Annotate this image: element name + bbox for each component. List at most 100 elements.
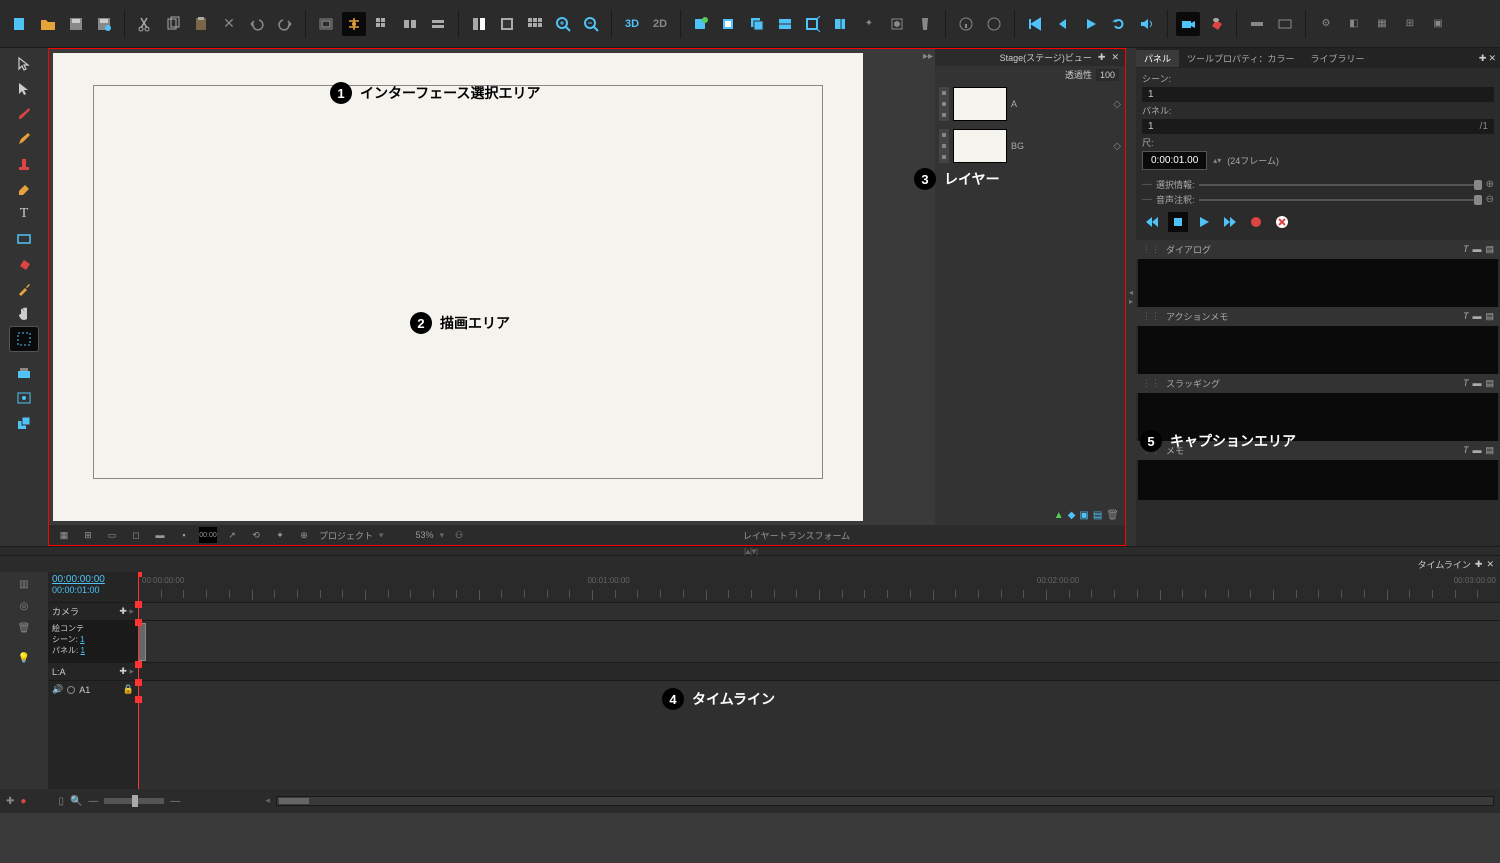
view-option-2-icon[interactable] bbox=[426, 12, 450, 36]
text-style-icon[interactable]: T bbox=[1463, 311, 1469, 322]
light-table-icon[interactable] bbox=[342, 12, 366, 36]
text-style-icon[interactable]: T bbox=[1463, 378, 1469, 389]
layer-tool-2-icon[interactable] bbox=[10, 386, 38, 410]
tab-library[interactable]: ライブラリー bbox=[1302, 50, 1372, 67]
storyboard-track[interactable] bbox=[138, 621, 1500, 662]
expand-right-icon[interactable]: ▸▸ bbox=[923, 51, 933, 62]
misc-1-icon[interactable]: ⚙ bbox=[1314, 12, 1338, 36]
paste-icon[interactable] bbox=[189, 12, 213, 36]
drag-handle-icon[interactable]: ⋮⋮ bbox=[1142, 311, 1160, 322]
voice-slider[interactable] bbox=[1199, 199, 1482, 201]
dropper-tool-icon[interactable] bbox=[10, 277, 38, 301]
stage-viewport[interactable]: ▸▸ bbox=[49, 49, 935, 525]
caption-action-2-icon[interactable]: ▤ bbox=[1485, 445, 1494, 456]
sf-icon-1[interactable]: ▦ bbox=[55, 527, 73, 543]
3d-icon[interactable]: 3D bbox=[620, 12, 644, 36]
settings-1-icon[interactable] bbox=[1245, 12, 1269, 36]
misc-2-icon[interactable]: ◧ bbox=[1342, 12, 1366, 36]
redo-icon[interactable] bbox=[273, 12, 297, 36]
panel-action-6-icon[interactable] bbox=[913, 12, 937, 36]
drag-handle-icon[interactable]: ⋮⋮ bbox=[1142, 244, 1160, 255]
text-style-icon[interactable]: T bbox=[1463, 244, 1469, 255]
delete-audio-button[interactable] bbox=[1272, 212, 1292, 232]
save-as-icon[interactable] bbox=[92, 12, 116, 36]
panel-action-5-icon[interactable] bbox=[885, 12, 909, 36]
timecode-input[interactable]: 0:00:01.00 bbox=[1142, 151, 1207, 170]
notes-textarea[interactable] bbox=[1138, 460, 1498, 500]
fast-forward-button[interactable] bbox=[1220, 212, 1240, 232]
stage-canvas[interactable] bbox=[53, 53, 863, 521]
sf-icon-11[interactable]: ⊕ bbox=[295, 527, 313, 543]
layer-tool-1-icon[interactable] bbox=[10, 361, 38, 385]
layer-row-a[interactable]: A ◇ bbox=[935, 83, 1125, 125]
onion-skin-icon[interactable] bbox=[314, 12, 338, 36]
misc-5-icon[interactable]: ▣ bbox=[1426, 12, 1450, 36]
speaker-icon[interactable]: 🔊 bbox=[52, 684, 63, 695]
duplicate-panel-icon[interactable] bbox=[745, 12, 769, 36]
transform-tool-icon[interactable] bbox=[10, 77, 38, 101]
layer-handle-icon[interactable] bbox=[939, 87, 949, 121]
sf-icon-5[interactable]: ▬ bbox=[151, 527, 169, 543]
zoom-value[interactable]: 53% bbox=[416, 530, 434, 540]
tl-footer-icon-1[interactable]: ✚ bbox=[6, 796, 14, 807]
new-file-icon[interactable] bbox=[8, 12, 32, 36]
layer-footer-icon-2[interactable]: ◆ bbox=[1068, 510, 1076, 521]
caption-action-1-icon[interactable]: ▬ bbox=[1472, 445, 1481, 456]
tl-footer-icon-2[interactable]: ● bbox=[20, 796, 26, 807]
settings-2-icon[interactable] bbox=[1273, 12, 1297, 36]
sf-icon-4[interactable]: ◻ bbox=[127, 527, 145, 543]
prev-frame-icon[interactable] bbox=[1051, 12, 1075, 36]
camera-icon[interactable] bbox=[1176, 12, 1200, 36]
rewind-button[interactable] bbox=[1142, 212, 1162, 232]
brush-tool-icon[interactable] bbox=[10, 102, 38, 126]
la-track[interactable] bbox=[138, 663, 1500, 680]
timeline-ruler[interactable]: 00:00:00:00 00:01:00:00 00:02:00:00 00:0… bbox=[138, 572, 1500, 602]
view-option-1-icon[interactable] bbox=[398, 12, 422, 36]
tl-zoom-out-icon[interactable]: — bbox=[88, 796, 98, 807]
layer-footer-icon-5[interactable]: 🗑 bbox=[1106, 510, 1119, 521]
select-tool-icon[interactable] bbox=[10, 52, 38, 76]
panel-action-3-icon[interactable] bbox=[829, 12, 853, 36]
layer-lock-icon[interactable]: ◇ bbox=[1113, 141, 1121, 152]
stop-button[interactable] bbox=[1168, 212, 1188, 232]
save-icon[interactable] bbox=[64, 12, 88, 36]
layer-tool-3-icon[interactable] bbox=[10, 411, 38, 435]
panel-thumbnail[interactable] bbox=[138, 623, 146, 661]
sf-icon-2[interactable]: ⊞ bbox=[79, 527, 97, 543]
sf-icon-10[interactable]: ✦ bbox=[271, 527, 289, 543]
tab-add-icon[interactable]: ✚ bbox=[1479, 53, 1487, 64]
tl-zoom-in-icon[interactable]: — bbox=[170, 796, 180, 807]
cut-icon[interactable] bbox=[133, 12, 157, 36]
a1-track-label[interactable]: 🔊A1 🔒 bbox=[48, 681, 138, 698]
tl-icon-1[interactable]: ▥ bbox=[14, 574, 34, 594]
layer-thumbnail[interactable] bbox=[953, 129, 1007, 163]
play-button[interactable] bbox=[1194, 212, 1214, 232]
caption-action-1-icon[interactable]: ▬ bbox=[1472, 311, 1481, 322]
hand-tool-icon[interactable] bbox=[10, 302, 38, 326]
delete-icon[interactable]: ✕ bbox=[217, 12, 241, 36]
text-style-icon[interactable]: T bbox=[1463, 445, 1469, 456]
panel-action-4-icon[interactable]: ✦ bbox=[857, 12, 881, 36]
sf-icon-3[interactable]: ▭ bbox=[103, 527, 121, 543]
tab-close-icon[interactable]: ✕ bbox=[1488, 53, 1496, 64]
paint-bucket-icon-tb[interactable] bbox=[1204, 12, 1228, 36]
panel-layout-3-icon[interactable] bbox=[523, 12, 547, 36]
panel-collapse-icon-2[interactable]: ▸ bbox=[1129, 297, 1133, 306]
sf-icon-9[interactable]: ⟲ bbox=[247, 527, 265, 543]
action-textarea[interactable] bbox=[1138, 326, 1498, 374]
drag-handle-icon[interactable]: ⋮⋮ bbox=[1142, 378, 1160, 389]
playhead[interactable] bbox=[138, 572, 139, 602]
panel-layout-2-icon[interactable] bbox=[495, 12, 519, 36]
camera-track[interactable] bbox=[138, 603, 1500, 620]
panel-action-1-icon[interactable] bbox=[773, 12, 797, 36]
info-icon[interactable] bbox=[954, 12, 978, 36]
panel-input[interactable]: 1/1 bbox=[1142, 119, 1494, 134]
first-frame-icon[interactable] bbox=[1023, 12, 1047, 36]
layer-footer-icon-4[interactable]: ▤ bbox=[1093, 510, 1102, 521]
timeline-close-icon[interactable]: ✕ bbox=[1486, 559, 1494, 570]
a1-track[interactable] bbox=[138, 681, 1500, 698]
timeline-add-icon[interactable]: ✚ bbox=[1475, 559, 1483, 570]
panel-action-2-icon[interactable] bbox=[801, 12, 825, 36]
tl-footer-icon-4[interactable]: 🔍 bbox=[70, 796, 82, 807]
layer-handle-icon[interactable] bbox=[939, 129, 949, 163]
